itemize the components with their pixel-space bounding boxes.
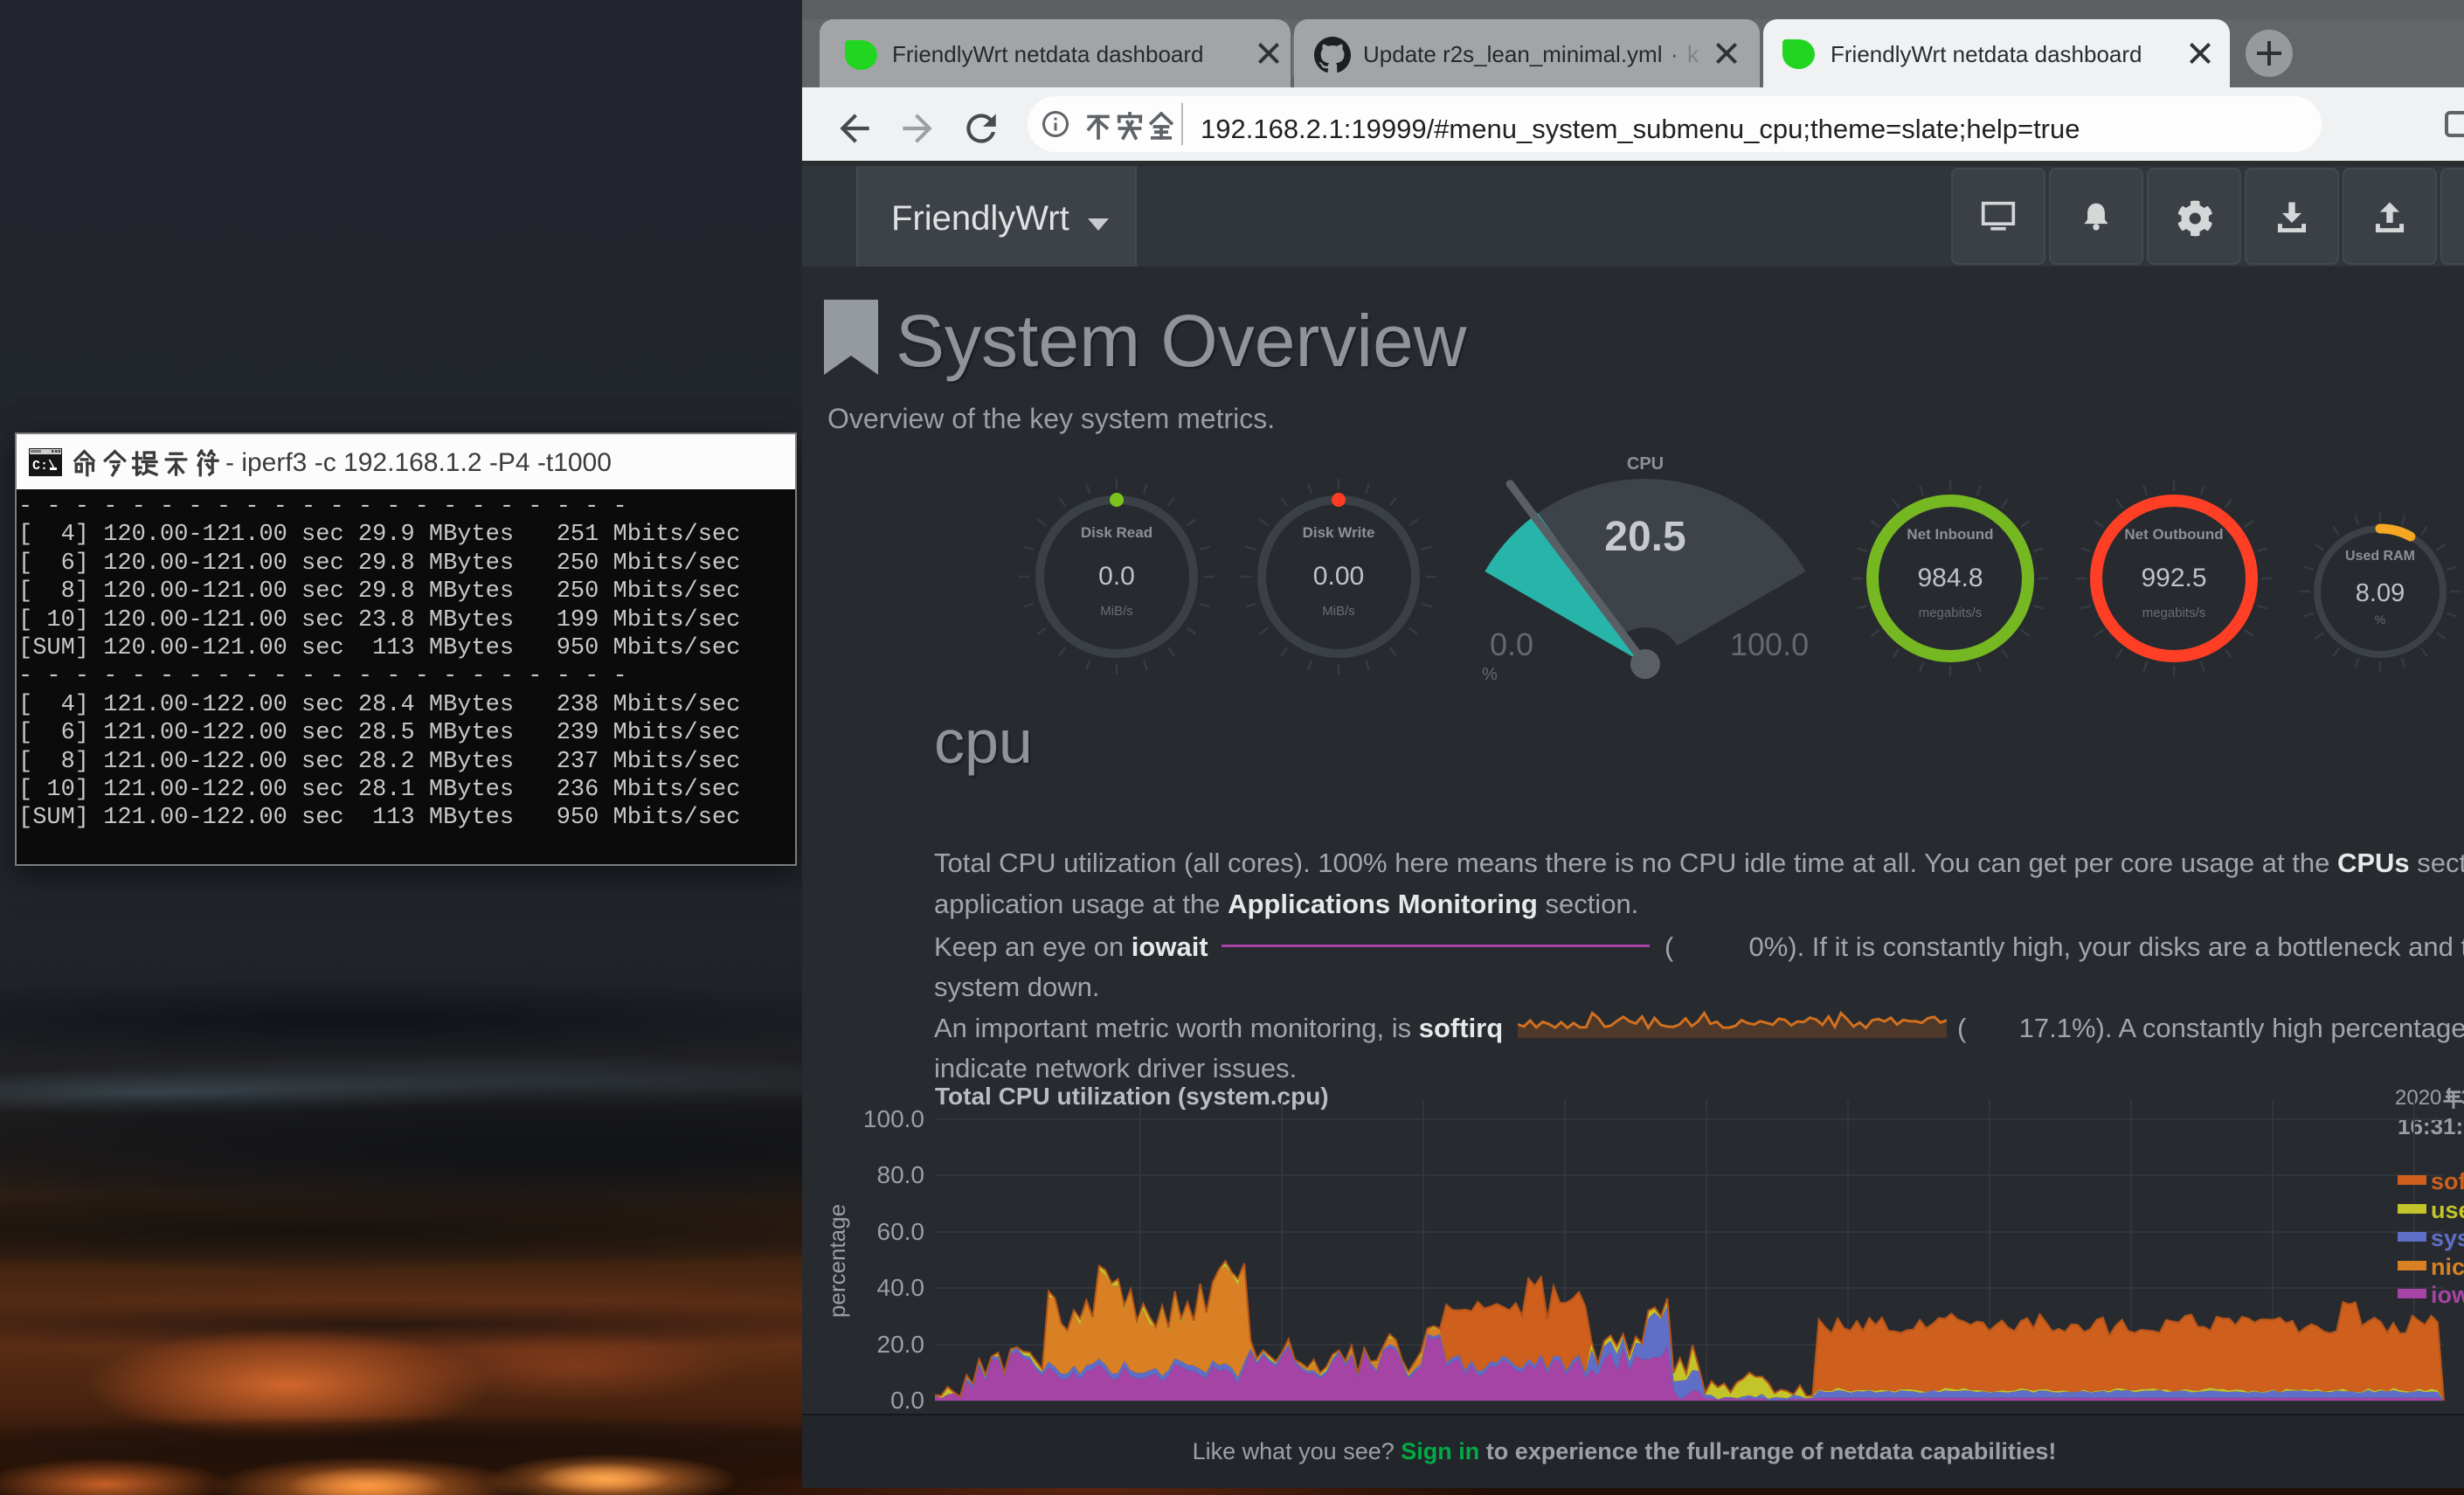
svg-text:C:\: C:\ xyxy=(32,459,56,474)
svg-text:60.0: 60.0 xyxy=(877,1218,925,1245)
svg-text:40.0: 40.0 xyxy=(877,1274,925,1301)
svg-text:80.0: 80.0 xyxy=(877,1161,925,1188)
svg-text:20.0: 20.0 xyxy=(877,1331,925,1358)
svg-text:100.0: 100.0 xyxy=(863,1105,924,1132)
svg-text:0.0: 0.0 xyxy=(890,1387,924,1414)
